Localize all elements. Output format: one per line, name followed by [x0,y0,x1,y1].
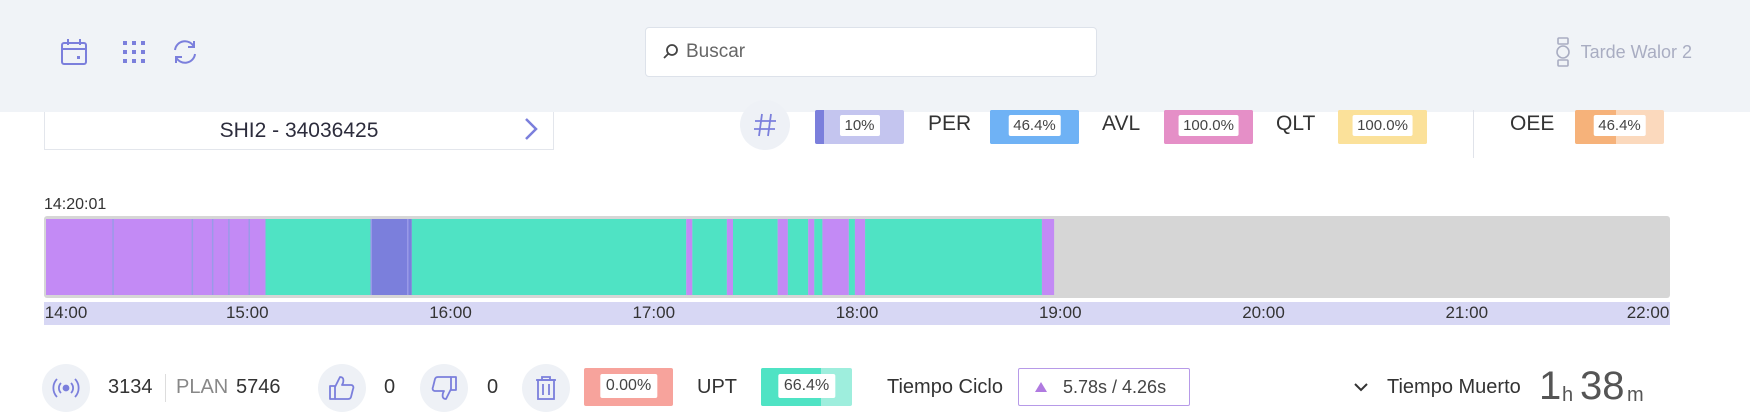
timeline-segment-stop[interactable] [822,219,849,295]
bad-count: 0 [487,376,499,398]
timeline-segment-run[interactable] [865,219,1042,295]
time-tick-label: 14:00 [44,303,88,322]
divider [165,374,166,402]
upt-kpi-value: 66.4% [777,374,836,398]
per-kpi: 46.4% [990,110,1079,144]
per-kpi-value: 46.4% [1008,115,1061,136]
thumbs-down-icon[interactable] [420,364,468,412]
plan-label: PLAN [176,376,229,398]
user-name: Tarde Walor 2 [1580,41,1692,62]
good-count: 0 [384,376,396,398]
avl-kpi-value: 100.0% [1178,115,1239,136]
state-timeline[interactable] [44,216,1670,298]
dead-time-minutes-unit: m [1627,384,1644,406]
time-tick-label: 22:00 [1626,303,1670,322]
timeline-segment-stop[interactable] [686,219,693,295]
timeline-segment-run[interactable] [265,219,372,295]
search-box[interactable] [645,27,1097,77]
target-kpi: 10% [815,110,904,144]
avl-kpi: 100.0% [1164,110,1253,144]
search-icon [662,43,680,61]
dead-time-hours-unit: h [1562,384,1574,406]
target-kpi-value: 10% [839,115,880,136]
grid-icon[interactable] [116,34,152,70]
machine-selector[interactable]: SHI2 - 34036425 [44,112,554,150]
oee-kpi: 46.4% [1575,110,1664,144]
machine-label: SHI2 - 34036425 [219,118,379,142]
timeline-segment-run[interactable] [848,219,855,295]
plan-count: 5746 [236,376,281,398]
search-input[interactable] [686,41,1066,63]
qlt-kpi: 100.0% [1338,110,1427,144]
per-label: PER [928,112,972,135]
qlt-label: QLT [1276,112,1316,135]
timeline-segment-setup[interactable] [371,219,412,295]
time-tick-label: 19:00 [1038,303,1082,322]
timeline-segment-stop[interactable] [777,219,788,295]
time-tick-label: 20:00 [1242,303,1285,322]
signal-icon[interactable] [42,364,90,412]
time-tick-label: 15:00 [225,303,269,322]
qlt-kpi-value: 100.0% [1352,115,1413,136]
thumbs-up-icon[interactable] [318,364,366,412]
chevron-right-icon[interactable] [521,114,541,150]
time-tick-label: 18:00 [835,303,879,322]
time-tick-label: 16:00 [429,303,472,322]
refresh-icon[interactable] [167,34,203,70]
dead-time-label: Tiempo Muerto [1387,376,1521,398]
oee-kpi-value: 46.4% [1593,115,1646,136]
timeline-segment-run[interactable] [732,219,778,295]
user-menu[interactable]: Tarde Walor 2 [1555,36,1692,68]
cycle-time-value: 5.78s / 4.26s [1063,376,1167,397]
chevron-down-icon[interactable] [1352,380,1370,394]
produced-count: 3134 [108,376,153,398]
scrap-rate: 0.00% [584,368,673,406]
timeline-segment-run[interactable] [814,219,823,295]
timeline-segment-run[interactable] [692,219,727,295]
top-bar: Tarde Walor 2 [0,0,1750,112]
timeline-segment-stop[interactable] [854,219,866,295]
target-kpi-fill [815,110,824,144]
oee-label: OEE [1510,112,1555,135]
timeline-segment-stop[interactable] [808,219,815,295]
timeline-segment-run[interactable] [411,219,687,295]
timeline-segment-run[interactable] [787,219,809,295]
cycle-time-box: 5.78s / 4.26s [1018,368,1190,406]
trash-icon[interactable] [522,364,570,412]
watch-icon [1555,36,1571,68]
timeline-chart [46,219,1055,295]
avl-label: AVL [1102,112,1141,135]
divider [1473,110,1474,158]
upt-kpi: 66.4% [761,368,852,406]
timeline-segment-stop[interactable] [46,219,266,295]
dead-time-minutes: 38 [1580,364,1625,408]
triangle-up-icon [1035,382,1047,392]
dead-time-hours: 1 [1539,364,1562,408]
scrap-rate-value: 0.00% [599,374,658,398]
cycle-time-label: Tiempo Ciclo [887,376,1003,398]
calendar-icon[interactable] [56,34,92,70]
timeline-segment-stop[interactable] [1041,219,1055,295]
time-tick-label: 17:00 [632,303,676,322]
time-tick-label: 21:00 [1445,303,1489,322]
timeline-start-time: 14:20:01 [44,196,107,213]
hash-icon[interactable] [740,100,790,150]
timeline-segment-stop[interactable] [726,219,733,295]
upt-label: UPT [697,376,737,398]
